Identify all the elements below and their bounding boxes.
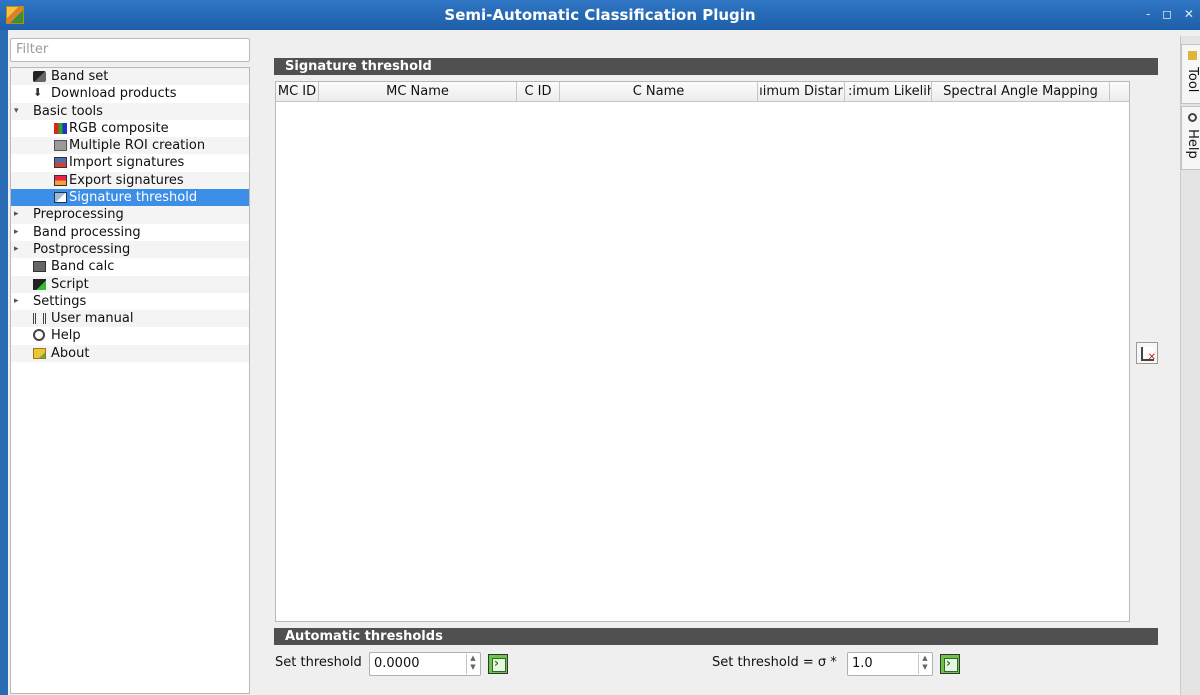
window-titlebar: Semi-Automatic Classification Plugin - ◻…	[0, 0, 1200, 30]
column-header[interactable]: MC ID	[276, 82, 319, 102]
sidebar-item-label: Download products	[51, 86, 177, 102]
sidebar-item-label: RGB composite	[69, 120, 169, 136]
help-icon	[1187, 113, 1197, 122]
run-icon: ›	[494, 656, 499, 670]
band-set-icon	[33, 71, 46, 82]
about-icon	[33, 347, 46, 359]
column-header[interactable]: C ID	[517, 82, 560, 102]
column-header[interactable]: Spectral Angle Mapping	[932, 82, 1110, 102]
chevron-right-icon[interactable]: ▸	[14, 293, 19, 310]
sidebar-item-label: Band set	[51, 69, 109, 84]
sidebar-item-band-set[interactable]: Band set	[11, 68, 249, 86]
sidebar-item-label: Help	[51, 328, 81, 344]
sidebar-item-band-calc[interactable]: Band calc	[11, 258, 249, 275]
sidebar-item-preprocessing[interactable]: ▸ Preprocessing	[11, 206, 249, 224]
sidebar-item-label: Multiple ROI creation	[69, 138, 206, 154]
sidebar-item-label: Script	[51, 276, 89, 292]
user-manual-icon	[33, 313, 46, 325]
sidebar-item-label: Import signatures	[69, 155, 185, 171]
sidebar-item-label: Settings	[33, 293, 87, 309]
signature-threshold-table[interactable]: MC ID MC Name C ID C Name ıimum Distar :…	[275, 81, 1130, 622]
sidebar-item-label: Signature threshold	[69, 190, 198, 206]
column-header[interactable]: :imum Likelih	[845, 82, 932, 102]
left-border	[0, 30, 8, 695]
tab-help-label: Help	[1185, 129, 1200, 159]
tool-icon	[1187, 51, 1197, 60]
sidebar-item-download-products[interactable]: ⬇ Download products	[11, 85, 249, 102]
sigma-spinbox[interactable]: 1.0 ▲ ▼	[847, 652, 933, 676]
sidebar-item-user-manual[interactable]: User manual	[11, 310, 249, 328]
remove-signature-button[interactable]	[1136, 342, 1158, 364]
sidebar-item-label: Postprocessing	[33, 241, 131, 257]
column-header[interactable]: MC Name	[319, 82, 517, 102]
window-controls[interactable]: - ◻ ✕	[1146, 7, 1198, 21]
run-icon: ›	[946, 656, 951, 670]
filter-input[interactable]: Filter	[10, 38, 250, 62]
tab-help[interactable]: Help	[1181, 106, 1200, 170]
sidebar-tree: Band set ⬇ Download products ▾ Basic too…	[10, 67, 250, 694]
sidebar-item-label: About	[51, 345, 90, 361]
table-header: MC ID MC Name C ID C Name ıimum Distar :…	[276, 82, 1129, 102]
sidebar-item-import-signatures[interactable]: Import signatures	[11, 154, 249, 171]
sidebar-item-label: Export signatures	[69, 172, 184, 188]
sigma-value[interactable]: 1.0	[852, 656, 873, 671]
sidebar-item-label: User manual	[51, 311, 134, 327]
help-icon	[33, 329, 45, 342]
set-threshold-sigma-label: Set threshold = σ *	[712, 655, 837, 670]
sidebar-item-about[interactable]: About	[11, 344, 249, 363]
spin-arrows-icon[interactable]: ▲ ▼	[466, 654, 479, 674]
sidebar-item-script[interactable]: Script	[11, 275, 249, 293]
sidebar-item-signature-threshold[interactable]: Signature threshold	[11, 189, 249, 207]
sidebar-item-label: Band processing	[33, 224, 141, 240]
sidebar-item-label: Band calc	[51, 259, 115, 275]
sidebar-item-basic-tools[interactable]: ▾ Basic tools	[11, 102, 249, 120]
sidebar-item-label: Preprocessing	[33, 207, 124, 223]
column-header[interactable]: C Name	[560, 82, 758, 102]
sidebar-item-label: Basic tools	[33, 103, 103, 119]
sidebar-item-help[interactable]: Help	[11, 327, 249, 344]
set-threshold-label: Set threshold	[275, 655, 362, 670]
automatic-thresholds-header: Automatic thresholds	[274, 628, 1158, 645]
apply-threshold-button[interactable]: ›	[488, 654, 508, 674]
threshold-spinbox[interactable]: 0.0000 ▲ ▼	[369, 652, 481, 676]
tab-tool[interactable]: Tool	[1181, 44, 1200, 104]
sidebar-item-postprocessing[interactable]: ▸ Postprocessing	[11, 240, 249, 259]
script-icon	[33, 278, 46, 290]
threshold-value[interactable]: 0.0000	[374, 656, 420, 671]
tab-tool-label: Tool	[1185, 67, 1200, 93]
right-dock: Tool Help	[1180, 36, 1200, 695]
sidebar-item-settings[interactable]: ▸ Settings	[11, 293, 249, 310]
export-signatures-icon	[54, 174, 67, 186]
signature-threshold-header: Signature threshold	[274, 58, 1158, 75]
chevron-right-icon[interactable]: ▸	[14, 206, 19, 223]
import-signatures-icon	[54, 157, 67, 169]
sidebar-item-multiple-roi-creation[interactable]: Multiple ROI creation	[11, 137, 249, 155]
sidebar-item-export-signatures[interactable]: Export signatures	[11, 171, 249, 190]
sidebar-item-rgb-composite[interactable]: RGB composite	[11, 120, 249, 137]
spin-arrows-icon[interactable]: ▲ ▼	[918, 654, 931, 674]
band-calc-icon	[33, 261, 46, 273]
apply-sigma-threshold-button[interactable]: ›	[940, 654, 960, 674]
column-header[interactable]: ıimum Distar	[758, 82, 845, 102]
chevron-right-icon[interactable]: ▸	[14, 224, 19, 241]
window-title: Semi-Automatic Classification Plugin	[444, 6, 756, 24]
multiple-roi-icon	[54, 140, 67, 152]
chevron-right-icon[interactable]: ▸	[14, 241, 19, 258]
signature-threshold-icon	[54, 192, 67, 204]
chevron-down-icon[interactable]: ▾	[14, 103, 19, 120]
rgb-composite-icon	[54, 122, 67, 134]
sidebar-item-band-processing[interactable]: ▸ Band processing	[11, 224, 249, 241]
download-icon: ⬇	[33, 86, 43, 100]
